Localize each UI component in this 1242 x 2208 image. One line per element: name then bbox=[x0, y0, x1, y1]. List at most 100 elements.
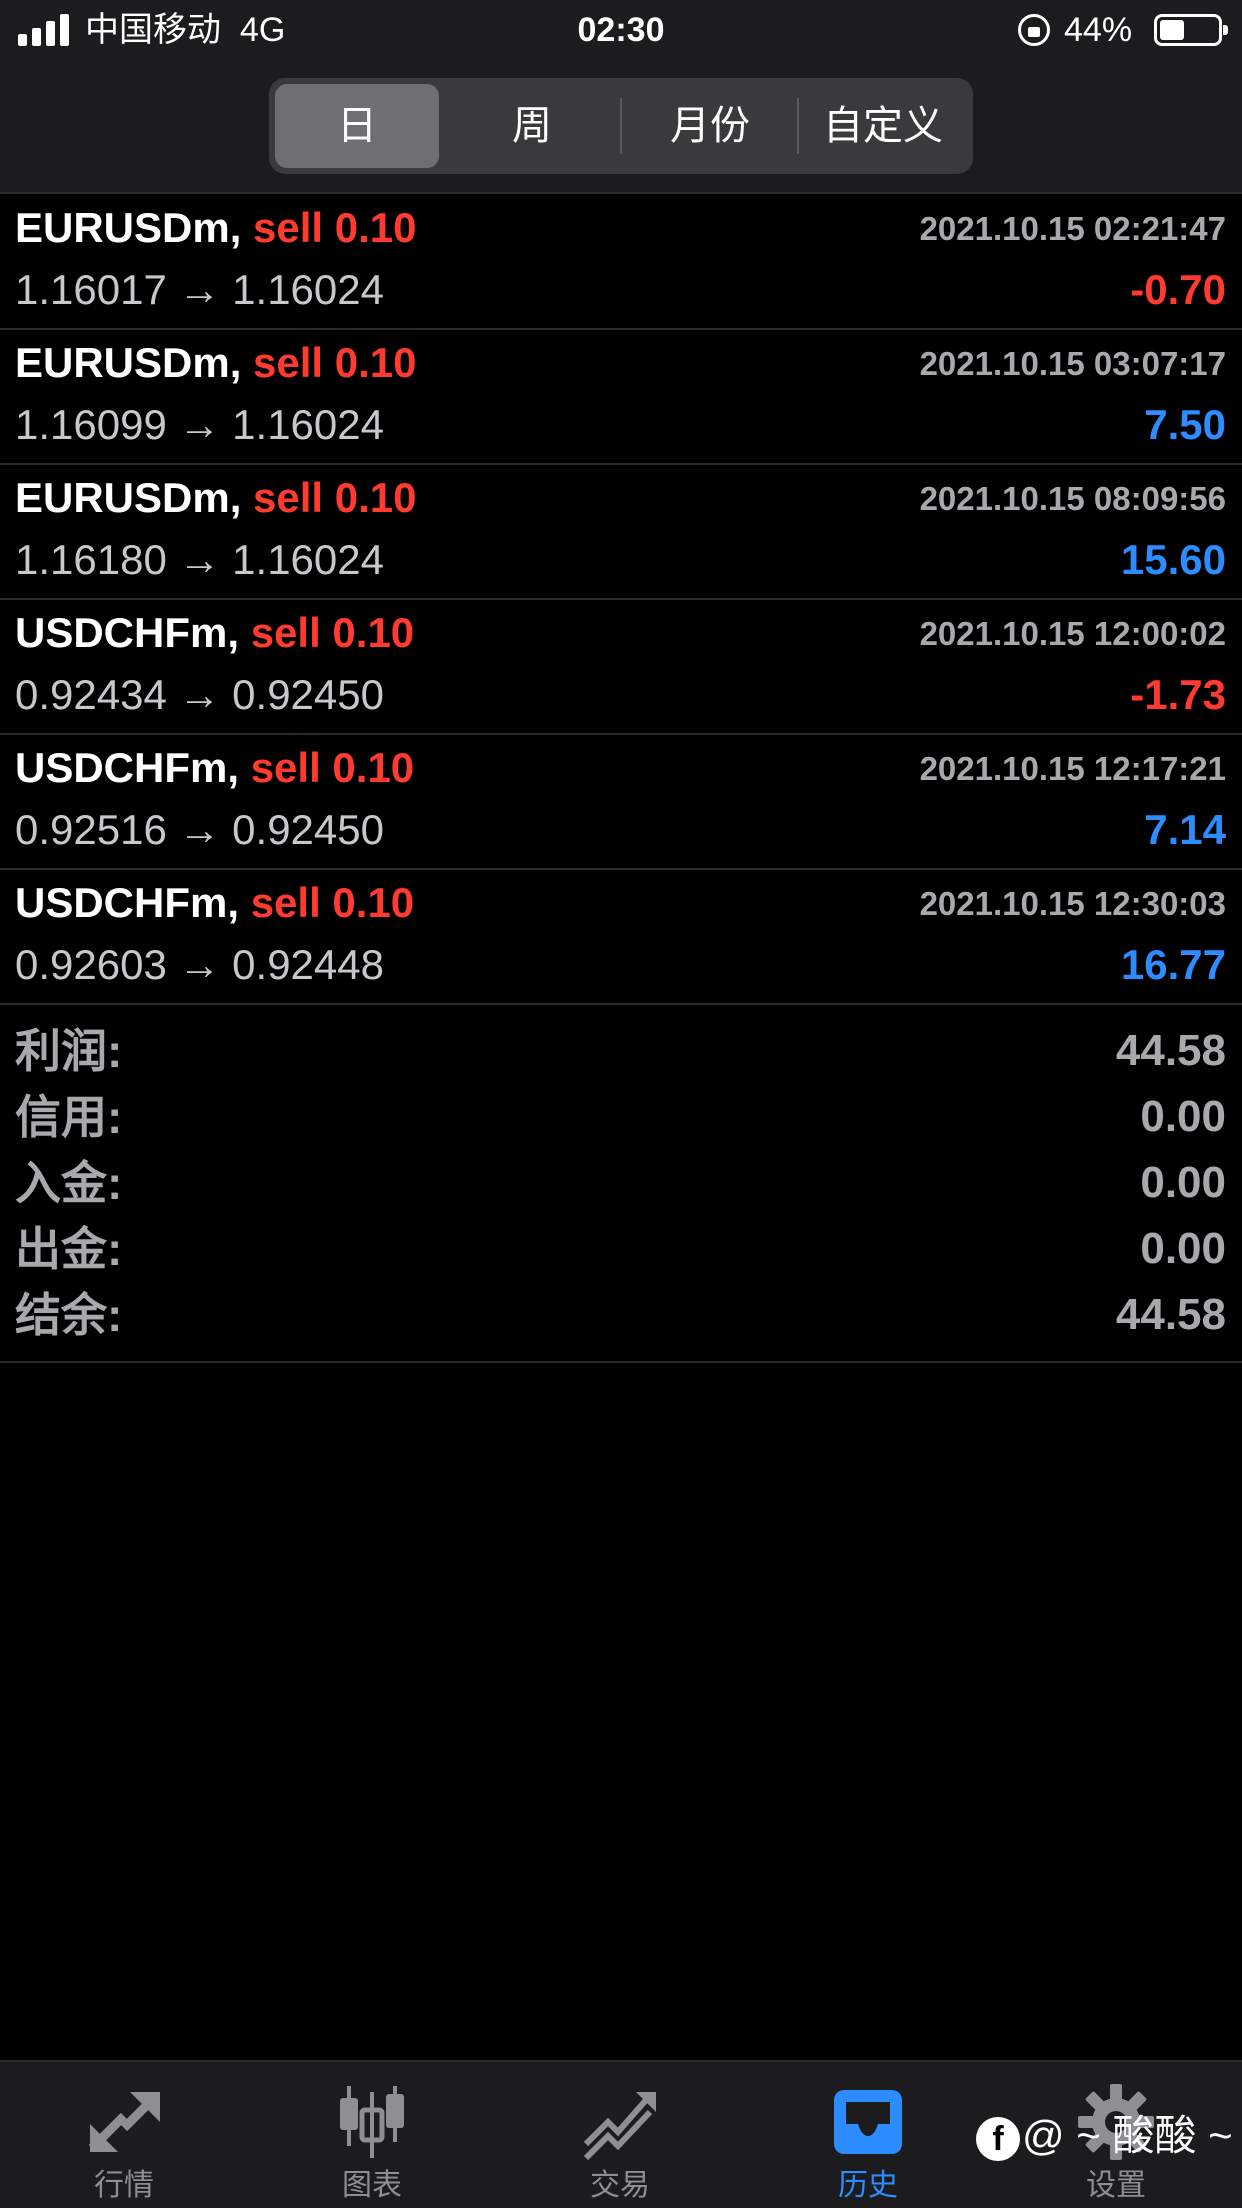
trade-time: 2021.10.15 12:17:21 bbox=[919, 750, 1226, 787]
trade-volume: 0.10 bbox=[332, 609, 415, 656]
trade-row[interactable]: EURUSDm, sell 0.10 2021.10.15 08:09:56 1.1… bbox=[0, 464, 1242, 599]
arrow-icon: → bbox=[178, 806, 221, 853]
summary-row-deposit: 入金: 0.00 bbox=[0, 1152, 1242, 1218]
trade-type: sell bbox=[253, 474, 324, 521]
trade-volume: 0.10 bbox=[334, 474, 417, 521]
trade-time: 2021.10.15 12:30:03 bbox=[919, 885, 1226, 922]
trade-prices: 0.92516 → 0.92450 bbox=[15, 804, 384, 856]
trade-type: sell bbox=[250, 609, 321, 656]
tab-quotes[interactable]: 行情 bbox=[0, 2062, 248, 2208]
period-segmented-control: 日 周 月份 自定义 bbox=[269, 78, 973, 174]
summary-label: 结余: bbox=[15, 1289, 123, 1341]
trade-symbol: EURUSDm, bbox=[15, 204, 242, 251]
zhihu-logo-icon: f bbox=[976, 2116, 1020, 2161]
close-price: 1.16024 bbox=[232, 266, 384, 313]
open-price: 1.16180 bbox=[15, 536, 167, 583]
open-price: 0.92516 bbox=[15, 806, 167, 853]
segment-custom[interactable]: 自定义 bbox=[799, 84, 967, 168]
summary-value: 0.00 bbox=[1140, 1224, 1226, 1273]
trade-volume: 0.10 bbox=[334, 339, 417, 386]
trade-symbol: EURUSDm, bbox=[15, 339, 242, 386]
summary-value: 0.00 bbox=[1140, 1158, 1226, 1207]
arrow-icon: → bbox=[178, 536, 221, 583]
tab-label: 历史 bbox=[838, 2169, 898, 2202]
open-price: 0.92603 bbox=[15, 941, 167, 988]
trade-row[interactable]: USDCHFm, sell 0.10 2021.10.15 12:17:21 0.9… bbox=[0, 734, 1242, 869]
segment-divider bbox=[620, 98, 622, 154]
open-price: 0.92434 bbox=[15, 671, 167, 718]
battery-icon bbox=[1154, 14, 1228, 46]
status-bar: 中国移动 4G 02:30 44% bbox=[0, 0, 1242, 62]
row-divider bbox=[0, 1003, 1242, 1005]
close-price: 0.92450 bbox=[232, 671, 384, 718]
trade-symbol-line: USDCHFm, sell 0.10 bbox=[15, 742, 414, 794]
trade-row[interactable]: USDCHFm, sell 0.10 2021.10.15 12:00:02 0.9… bbox=[0, 599, 1242, 734]
trade-row[interactable]: EURUSDm, sell 0.10 2021.10.15 03:07:17 1.1… bbox=[0, 329, 1242, 464]
trade-prices: 0.92603 → 0.92448 bbox=[15, 939, 384, 991]
trade-profit: 15.60 bbox=[1120, 536, 1226, 583]
divider bbox=[0, 1361, 1242, 1363]
trade-prices: 0.92434 → 0.92450 bbox=[15, 669, 384, 721]
tab-label: 设置 bbox=[1086, 2169, 1146, 2202]
trade-type: sell bbox=[253, 204, 324, 251]
watermark-text: @ ~ 酸酸 ~ bbox=[1022, 2112, 1233, 2159]
trade-symbol: EURUSDm, bbox=[15, 474, 242, 521]
candlestick-chart-icon bbox=[340, 2086, 404, 2158]
segment-week[interactable]: 周 bbox=[445, 84, 619, 168]
orientation-lock-icon bbox=[1018, 14, 1050, 46]
trade-row[interactable]: USDCHFm, sell 0.10 2021.10.15 12:30:03 0.9… bbox=[0, 869, 1242, 1004]
watermark: f @ ~ 酸酸 ~ bbox=[976, 2110, 1233, 2162]
trade-time: 2021.10.15 08:09:56 bbox=[919, 480, 1226, 517]
trade-symbol-line: EURUSDm, sell 0.10 bbox=[15, 472, 417, 524]
open-price: 1.16099 bbox=[15, 401, 167, 448]
quotes-arrows-icon bbox=[88, 2092, 160, 2152]
arrow-icon: → bbox=[178, 671, 221, 718]
summary-label: 信用: bbox=[15, 1091, 123, 1143]
trade-symbol: USDCHFm, bbox=[15, 879, 240, 926]
arrow-icon: → bbox=[178, 941, 221, 988]
tab-label: 图表 bbox=[342, 2169, 402, 2202]
arrow-icon: → bbox=[178, 266, 221, 313]
trade-prices: 1.16099 → 1.16024 bbox=[15, 399, 384, 451]
trade-type: sell bbox=[250, 744, 321, 791]
close-price: 1.16024 bbox=[232, 401, 384, 448]
summary-label: 入金: bbox=[15, 1157, 123, 1209]
summary-label: 利润: bbox=[15, 1025, 123, 1077]
close-price: 0.92448 bbox=[232, 941, 384, 988]
summary-label: 出金: bbox=[15, 1223, 123, 1275]
trade-symbol: USDCHFm, bbox=[15, 744, 240, 791]
close-price: 1.16024 bbox=[232, 536, 384, 583]
summary-section: 利润: 44.58 信用: 0.00 入金: 0.00 出金: 0.00 结余:… bbox=[0, 1020, 1242, 1350]
summary-value: 44.58 bbox=[1115, 1290, 1226, 1339]
tab-trade[interactable]: 交易 bbox=[496, 2062, 744, 2208]
trade-symbol-line: USDCHFm, sell 0.10 bbox=[15, 877, 414, 929]
trade-symbol-line: EURUSDm, sell 0.10 bbox=[15, 337, 417, 389]
trade-profit: 7.14 bbox=[1144, 806, 1226, 853]
segment-day[interactable]: 日 bbox=[275, 84, 439, 168]
trade-profit: -1.73 bbox=[1130, 671, 1226, 718]
trade-time: 2021.10.15 12:00:02 bbox=[919, 615, 1226, 652]
tab-label: 交易 bbox=[590, 2169, 650, 2202]
trade-profit: 7.50 bbox=[1144, 401, 1226, 448]
history-inbox-icon bbox=[834, 2090, 902, 2154]
summary-value: 0.00 bbox=[1140, 1092, 1226, 1141]
summary-row-withdrawal: 出金: 0.00 bbox=[0, 1218, 1242, 1284]
trade-symbol-line: USDCHFm, sell 0.10 bbox=[15, 607, 414, 659]
segment-month[interactable]: 月份 bbox=[623, 84, 797, 168]
top-header: 中国移动 4G 02:30 44% 日 周 月份 自定义 bbox=[0, 0, 1242, 192]
trade-symbol: USDCHFm, bbox=[15, 609, 240, 656]
summary-row-profit: 利润: 44.58 bbox=[0, 1020, 1242, 1086]
trade-row[interactable]: EURUSDm, sell 0.10 2021.10.15 02:21:47 1.1… bbox=[0, 194, 1242, 329]
trade-prices: 1.16017 → 1.16024 bbox=[15, 264, 384, 316]
trade-trend-icon bbox=[583, 2092, 656, 2161]
tab-chart[interactable]: 图表 bbox=[248, 2062, 496, 2208]
trade-type: sell bbox=[250, 879, 321, 926]
trade-type: sell bbox=[253, 339, 324, 386]
summary-value: 44.58 bbox=[1115, 1026, 1226, 1075]
trade-symbol-line: EURUSDm, sell 0.10 bbox=[15, 202, 417, 254]
tab-history[interactable]: 历史 bbox=[744, 2062, 992, 2208]
summary-row-balance: 结余: 44.58 bbox=[0, 1284, 1242, 1350]
trade-time: 2021.10.15 02:21:47 bbox=[919, 210, 1226, 247]
trade-volume: 0.10 bbox=[332, 879, 415, 926]
summary-row-credit: 信用: 0.00 bbox=[0, 1086, 1242, 1152]
